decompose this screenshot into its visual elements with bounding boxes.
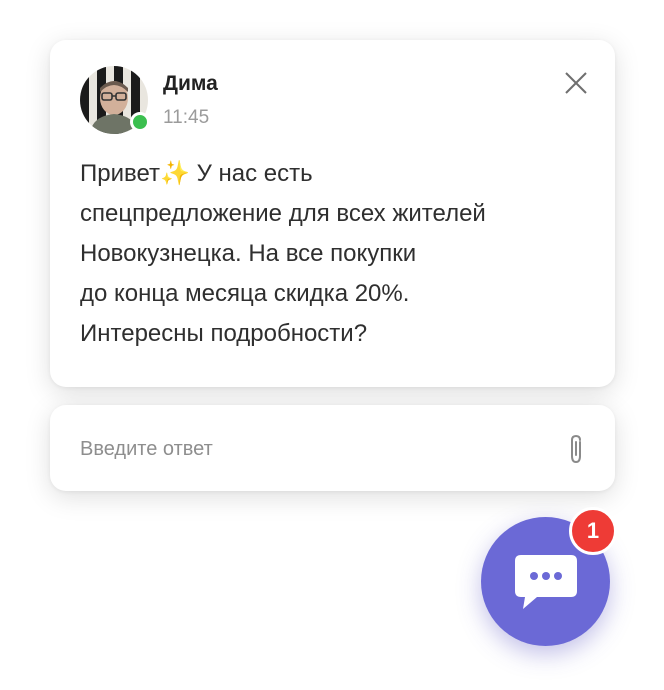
message-time: 11:45 <box>163 107 210 128</box>
avatar <box>80 66 150 134</box>
message-text: Привет✨ У нас есть спецпредложение для в… <box>80 160 486 347</box>
reply-input[interactable] <box>78 427 522 471</box>
sender-name: Дима <box>163 72 218 95</box>
online-status-dot <box>130 112 150 132</box>
paperclip-icon[interactable] <box>565 433 587 465</box>
unread-badge: 1 <box>569 507 617 555</box>
chat-message-card: Дима 11:45 Привет✨ У нас есть спецпредло… <box>50 40 615 387</box>
close-icon[interactable] <box>563 70 589 96</box>
reply-box <box>50 405 615 491</box>
chat-bubble-icon <box>515 555 577 609</box>
